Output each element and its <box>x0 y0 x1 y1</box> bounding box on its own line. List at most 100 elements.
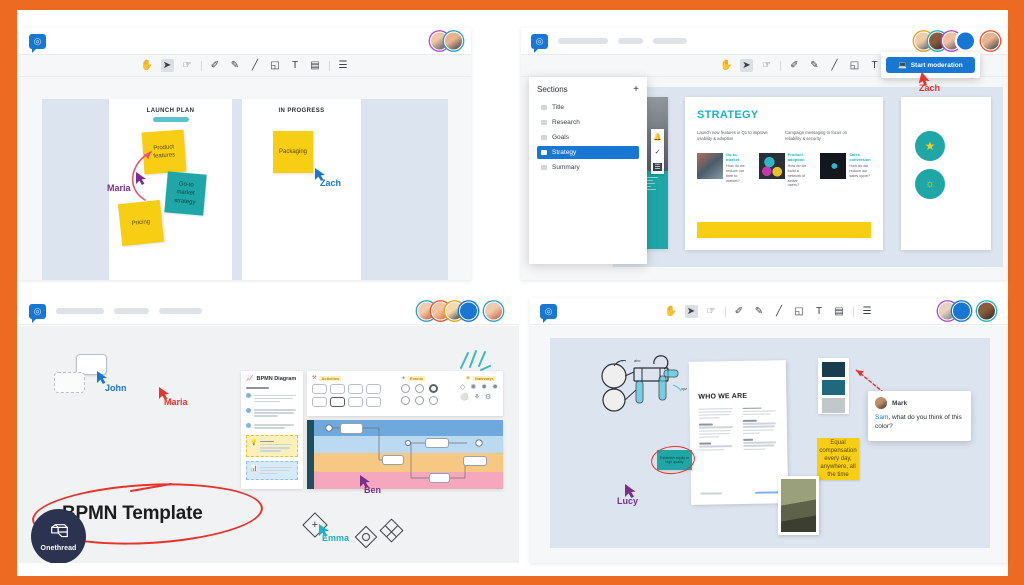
pen-tool[interactable]: ✐ <box>788 59 801 72</box>
shape-tool[interactable]: ◱ <box>848 59 861 72</box>
avatar[interactable] <box>444 31 463 51</box>
document-who-we-are[interactable]: WHO WE ARE <box>688 360 789 505</box>
add-section-button[interactable]: + <box>633 84 639 95</box>
text-tool[interactable]: T <box>289 59 302 72</box>
bpmn-swimlane-diagram[interactable] <box>307 420 503 489</box>
start-moderation-popover[interactable]: 💻 Start moderation <box>881 52 980 78</box>
strategy-card[interactable]: Product adoption How do we build a netwo… <box>758 152 810 188</box>
list-icon[interactable]: ☰ <box>653 162 662 171</box>
marker-tool[interactable]: ✎ <box>753 305 766 318</box>
comment-card[interactable]: Mark Sam, what do you think of this colo… <box>868 391 971 441</box>
palette-event[interactable] <box>401 384 410 393</box>
whiteboard-canvas[interactable]: LAUNCH PLAN Product features Go-to marke… <box>19 77 471 280</box>
loose-node-dashed[interactable] <box>54 372 85 393</box>
deck-canvas[interactable]: 🔔 ✓ ☰ STRATEGY Launch new features in Q1… <box>521 77 1008 280</box>
bpmn-node[interactable] <box>429 473 450 483</box>
hand-tool[interactable]: ✋ <box>665 305 678 318</box>
bell-icon[interactable]: 🔔 <box>653 133 662 141</box>
palette-event[interactable] <box>401 396 410 405</box>
text-tool[interactable]: T <box>868 59 881 72</box>
palette-node[interactable] <box>348 397 363 407</box>
avatar-self[interactable] <box>977 301 996 321</box>
palette-gateway[interactable]: ✺ <box>470 384 476 391</box>
palette-gateway[interactable]: ⚪ <box>460 394 469 401</box>
section-item-goals[interactable]: Goals <box>537 131 639 144</box>
slide-side-toolrail[interactable]: 🔔 ✓ ☰ <box>651 129 664 174</box>
palette-node[interactable] <box>330 384 345 394</box>
section-item-strategy[interactable]: Strategy <box>537 146 639 159</box>
palette-gateway[interactable]: ⚘ <box>474 394 480 401</box>
photo-card[interactable] <box>778 476 819 535</box>
board-column-launch-plan[interactable]: LAUNCH PLAN Product features Go-to marke… <box>107 99 232 280</box>
pen-tool[interactable]: ✐ <box>209 59 222 72</box>
start-moderation-button[interactable]: 💻 Start moderation <box>886 57 975 73</box>
select-cursor-tool[interactable]: ➤ <box>740 59 753 72</box>
grab-tool[interactable]: ☞ <box>705 305 718 318</box>
onethread-logo-icon[interactable]: ◎ <box>540 303 557 323</box>
strategy-card[interactable]: Sales conversion How do we reduce our sa… <box>820 152 871 188</box>
sections-panel[interactable]: Sections + Title Research Goals Strategy… <box>529 77 647 264</box>
onethread-logo-icon[interactable]: ◎ <box>531 33 548 53</box>
palette-gateway[interactable]: ◇ <box>460 384 465 391</box>
palette-gateway[interactable]: ✸ <box>492 384 498 391</box>
shape-diamond-quad[interactable] <box>379 518 404 543</box>
palette-node[interactable] <box>330 397 345 407</box>
text-tool[interactable]: T <box>813 305 826 318</box>
slide-strategy[interactable]: STRATEGY Launch new features in Q1 to im… <box>685 97 883 250</box>
hand-tool[interactable]: ✋ <box>720 59 733 72</box>
moodboard-canvas[interactable]: abc xyz WHO WE ARE Establish equity in h… <box>530 326 1008 563</box>
sticky-note[interactable]: Pricing <box>117 199 165 247</box>
sticky-note-tool[interactable]: ▤ <box>833 305 846 318</box>
line-tool[interactable]: ╱ <box>773 305 786 318</box>
shape-tool[interactable]: ◱ <box>269 59 282 72</box>
palette-gateway[interactable]: ✹ <box>481 384 487 391</box>
strategy-card[interactable]: Go-to-market How do we reduce our time t… <box>697 152 748 188</box>
shape-diamond-circle[interactable] <box>354 525 378 549</box>
palette-event[interactable] <box>415 396 424 405</box>
section-item-research[interactable]: Research <box>537 116 639 129</box>
bpmn-info-card[interactable]: 📈 BPMN Diagram 💡 📊 <box>241 371 303 489</box>
avatar-add-people[interactable]: 👤 <box>956 31 975 51</box>
grab-tool[interactable]: ☞ <box>181 59 194 72</box>
onethread-logo-icon[interactable]: ◎ <box>29 33 46 53</box>
palette-event[interactable] <box>429 384 438 393</box>
bpmn-node[interactable] <box>340 423 363 434</box>
palette-node[interactable] <box>366 384 381 394</box>
palette-node[interactable] <box>348 384 363 394</box>
palette-node[interactable] <box>366 397 381 407</box>
palette-node[interactable] <box>312 384 327 394</box>
sticky-note-tool[interactable]: ▤ <box>309 59 322 72</box>
hand-tool[interactable]: ✋ <box>141 59 154 72</box>
color-swatch-dark[interactable] <box>822 362 845 377</box>
marker-tool[interactable]: ✎ <box>229 59 242 72</box>
check-circle-icon[interactable]: ✓ <box>655 148 661 156</box>
slide-thumbnail-next[interactable]: ★ ☼ <box>901 97 991 250</box>
board-column-in-progress[interactable]: IN PROGRESS Packaging Zach <box>242 99 361 280</box>
onethread-logo-icon[interactable]: ◎ <box>29 303 46 323</box>
palette-event[interactable] <box>415 384 424 393</box>
bpmn-canvas[interactable]: John Maria 📈 BPMN Diagram 💡 📊 ⚒ Activiti… <box>19 326 519 563</box>
grab-tool[interactable]: ☞ <box>760 59 773 72</box>
comment-tool[interactable]: ☰ <box>861 305 874 318</box>
section-item-title[interactable]: Title <box>537 101 639 114</box>
avatar-add-people[interactable]: 👤 <box>459 301 478 321</box>
section-item-summary[interactable]: Summary <box>537 161 639 174</box>
sticky-note[interactable]: Equal compensation every day, anywhere, … <box>817 438 859 480</box>
select-cursor-tool[interactable]: ➤ <box>684 305 698 318</box>
color-swatch-gray[interactable] <box>822 398 845 413</box>
avatar-self[interactable] <box>484 301 503 321</box>
comment-mention[interactable]: Sam <box>875 414 888 421</box>
marker-tool[interactable]: ✎ <box>808 59 821 72</box>
color-swatch-teal[interactable] <box>822 380 845 395</box>
palette-gateway[interactable]: ⚙ <box>485 394 491 401</box>
sticky-note[interactable]: Go-to market strategy <box>164 171 207 216</box>
avatar-add-people[interactable]: 👤 <box>952 301 971 321</box>
line-tool[interactable]: ╱ <box>249 59 262 72</box>
bpmn-palette[interactable]: ⚒ Activities ● Events ◆ Gateways ◇ ✺ ✹ ✸… <box>307 371 503 416</box>
palette-node[interactable] <box>312 397 327 407</box>
select-cursor-tool[interactable]: ➤ <box>160 59 174 72</box>
bpmn-node[interactable] <box>382 455 404 465</box>
color-swatch-card[interactable] <box>818 358 849 414</box>
palette-event[interactable] <box>429 396 438 405</box>
bpmn-node[interactable] <box>425 438 449 448</box>
